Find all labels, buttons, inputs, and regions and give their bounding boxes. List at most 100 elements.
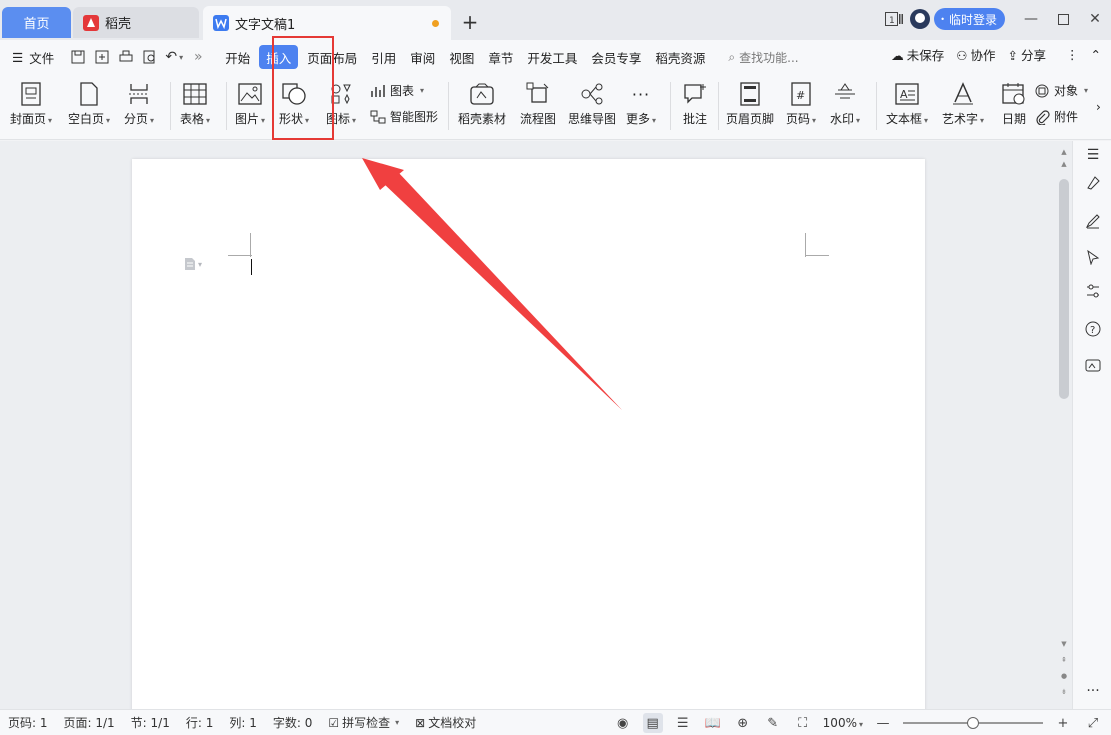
menu-section[interactable]: 章节: [481, 45, 520, 69]
reading-view-icon[interactable]: 📖: [703, 713, 723, 733]
page-view-icon[interactable]: 1: [878, 6, 910, 32]
zoom-in-icon[interactable]: +: [1053, 713, 1073, 733]
checkbox-icon: ☑: [328, 715, 340, 730]
tab-daoke[interactable]: 稻壳: [73, 7, 199, 38]
watermark-button[interactable]: 水印 ▾: [830, 80, 860, 127]
spellcheck-button[interactable]: ☑ 拼写检查 ▾: [320, 714, 407, 731]
web-view-icon[interactable]: ⊕: [733, 713, 753, 733]
sidebar-help-icon[interactable]: ?: [1083, 319, 1103, 339]
page-number-button[interactable]: # 页码 ▾: [786, 80, 816, 127]
chart-button[interactable]: 图表 ▾: [370, 82, 424, 99]
blank-page-button[interactable]: 空白页 ▾: [68, 80, 110, 127]
menu-member[interactable]: 会员专享: [584, 45, 648, 69]
smartart-button[interactable]: 智能图形: [370, 108, 438, 125]
window-controls: 1 • 临时登录 — ✕: [878, 6, 1111, 32]
menu-page-layout[interactable]: 页面布局: [300, 45, 364, 69]
table-button[interactable]: 表格 ▾: [180, 80, 210, 127]
scroll-top-icon[interactable]: ▲: [1059, 159, 1069, 169]
page-break-button[interactable]: 分页 ▾: [124, 80, 154, 127]
svg-text:#: #: [796, 89, 805, 102]
collab-label: 协作: [970, 48, 996, 63]
flowchart-button[interactable]: 流程图: [520, 80, 556, 127]
page-view-mode-icon[interactable]: ▤: [642, 713, 663, 733]
daoke-assets-button[interactable]: 稻壳素材: [458, 80, 506, 127]
comment-button[interactable]: 批注: [681, 80, 709, 127]
write-mode-icon[interactable]: ✎: [763, 713, 783, 733]
more-chevron-icon[interactable]: »: [186, 45, 210, 69]
menu-home[interactable]: 开始: [218, 45, 257, 69]
outline-view-icon[interactable]: ☰: [673, 713, 693, 733]
sidebar-more-icon[interactable]: ···: [1083, 681, 1103, 701]
document-page[interactable]: ▾: [132, 159, 925, 719]
menu-view[interactable]: 视图: [442, 45, 481, 69]
date-label: 日期: [1001, 112, 1026, 126]
status-pages[interactable]: 页面: 1/1: [56, 714, 123, 731]
eye-protection-icon[interactable]: ◉: [613, 713, 633, 733]
ribbon-scroll-right-icon[interactable]: ›: [1096, 100, 1101, 114]
scroll-up-icon[interactable]: ▲: [1059, 147, 1069, 157]
zoom-slider[interactable]: [903, 717, 1043, 729]
menu-references[interactable]: 引用: [364, 45, 403, 69]
export-pdf-icon[interactable]: [90, 45, 114, 69]
picture-button[interactable]: 图片 ▾: [235, 80, 265, 127]
menu-developer[interactable]: 开发工具: [520, 45, 584, 69]
select-browse-icon[interactable]: ●: [1059, 671, 1069, 681]
fit-page-icon[interactable]: ⛶: [793, 713, 813, 733]
date-button[interactable]: 日期: [1000, 80, 1028, 127]
status-word-count[interactable]: 字数: 0: [265, 714, 321, 731]
fullscreen-icon[interactable]: ⤢: [1083, 713, 1103, 733]
new-tab-button[interactable]: +: [458, 8, 482, 36]
menu-insert[interactable]: 插入: [259, 45, 299, 69]
tab-home[interactable]: 首页: [2, 7, 71, 38]
print-preview-icon[interactable]: [138, 45, 162, 69]
collab-button[interactable]: ⚇ 协作: [956, 45, 995, 64]
proofread-button[interactable]: ⊠ 文档校对: [407, 714, 484, 731]
header-footer-button[interactable]: 页眉页脚: [726, 80, 774, 127]
shape-button[interactable]: 形状 ▾: [279, 80, 309, 127]
scroll-down-icon[interactable]: ▼: [1059, 639, 1069, 649]
menu-review[interactable]: 审阅: [403, 45, 442, 69]
status-section[interactable]: 节: 1/1: [123, 714, 178, 731]
icon-library-button[interactable]: 图标 ▾: [326, 80, 356, 127]
maximize-icon[interactable]: [1047, 6, 1079, 32]
prev-page-icon[interactable]: ⇞: [1059, 655, 1069, 665]
more-button[interactable]: ··· 更多 ▾: [626, 80, 656, 127]
save-icon[interactable]: [66, 45, 90, 69]
vertical-scrollbar[interactable]: ▲ ▲ ▼ ⇞ ● ⇟: [1057, 141, 1071, 709]
sidebar-style-icon[interactable]: [1083, 173, 1103, 193]
tab-document[interactable]: 文字文稿1: [203, 6, 451, 40]
login-button[interactable]: • 临时登录: [934, 8, 1005, 30]
close-icon[interactable]: ✕: [1079, 6, 1111, 32]
mindmap-button[interactable]: 思维导图: [568, 80, 616, 127]
more-options-icon[interactable]: ⋮: [1066, 47, 1079, 62]
zoom-out-icon[interactable]: —: [873, 713, 893, 733]
zoom-level[interactable]: 100% ▾: [823, 716, 863, 730]
sidebar-select-icon[interactable]: [1083, 247, 1103, 267]
cover-page-button[interactable]: 封面页 ▾: [10, 80, 52, 127]
sidebar-assets-icon[interactable]: [1083, 355, 1103, 375]
attachment-button[interactable]: 附件: [1034, 108, 1078, 125]
scrollbar-thumb[interactable]: [1059, 179, 1069, 399]
collapse-ribbon-icon[interactable]: ⌃: [1091, 47, 1101, 62]
next-page-icon[interactable]: ⇟: [1059, 687, 1069, 697]
wordart-button[interactable]: 艺术字 ▾: [942, 80, 984, 127]
unsaved-button[interactable]: ☁ 未保存: [891, 45, 944, 64]
status-bar: 页码: 1 页面: 1/1 节: 1/1 行: 1 列: 1 字数: 0 ☑ 拼写…: [0, 709, 1111, 735]
avatar[interactable]: [910, 9, 931, 29]
file-menu[interactable]: ☰ 文件: [0, 48, 66, 67]
minimize-icon[interactable]: —: [1015, 6, 1047, 32]
paragraph-handle-icon[interactable]: ▾: [184, 257, 202, 271]
share-button[interactable]: ⇪ 分享: [1008, 45, 1047, 64]
sidebar-pen-icon[interactable]: [1083, 211, 1103, 231]
undo-icon[interactable]: ↶ ▾: [162, 45, 186, 69]
zoom-slider-knob[interactable]: [967, 717, 979, 729]
object-button[interactable]: 对象 ▾: [1034, 82, 1088, 99]
status-page-number[interactable]: 页码: 1: [0, 714, 56, 731]
search-function-input[interactable]: ⌕ 查找功能...: [728, 49, 798, 66]
textbox-button[interactable]: A 文本框 ▾: [886, 80, 928, 127]
print-icon[interactable]: [114, 45, 138, 69]
document-workspace[interactable]: ▾: [0, 141, 1072, 719]
sidebar-settings-icon[interactable]: [1083, 281, 1103, 301]
sidebar-menu-icon[interactable]: ☰: [1083, 145, 1103, 165]
menu-daoke-resources[interactable]: 稻壳资源: [648, 45, 712, 69]
